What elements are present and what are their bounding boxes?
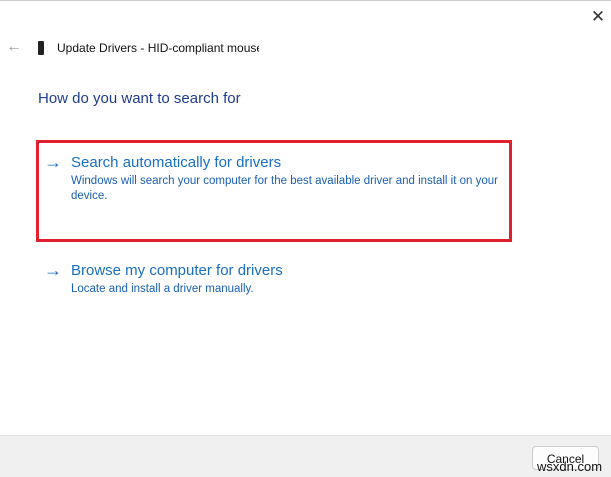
back-arrow-icon[interactable]: ←: [6, 38, 22, 56]
page-heading: How do you want to search for: [38, 90, 241, 107]
footer-bar: [0, 435, 611, 477]
option-title[interactable]: Browse my computer for drivers: [71, 262, 283, 279]
window-title: Update Drivers - HID-compliant mouse: [57, 41, 259, 55]
close-icon[interactable]: ✕: [588, 7, 608, 27]
option-description: Locate and install a driver manually.: [71, 283, 254, 295]
arrow-right-icon: →: [44, 260, 62, 280]
arrow-right-icon: →: [44, 152, 62, 172]
option-title[interactable]: Search automatically for drivers: [71, 154, 281, 171]
option-description: Windows will search your computer for th…: [71, 175, 498, 202]
device-icon: [38, 41, 44, 55]
watermark: wsxdn.com: [537, 459, 603, 474]
